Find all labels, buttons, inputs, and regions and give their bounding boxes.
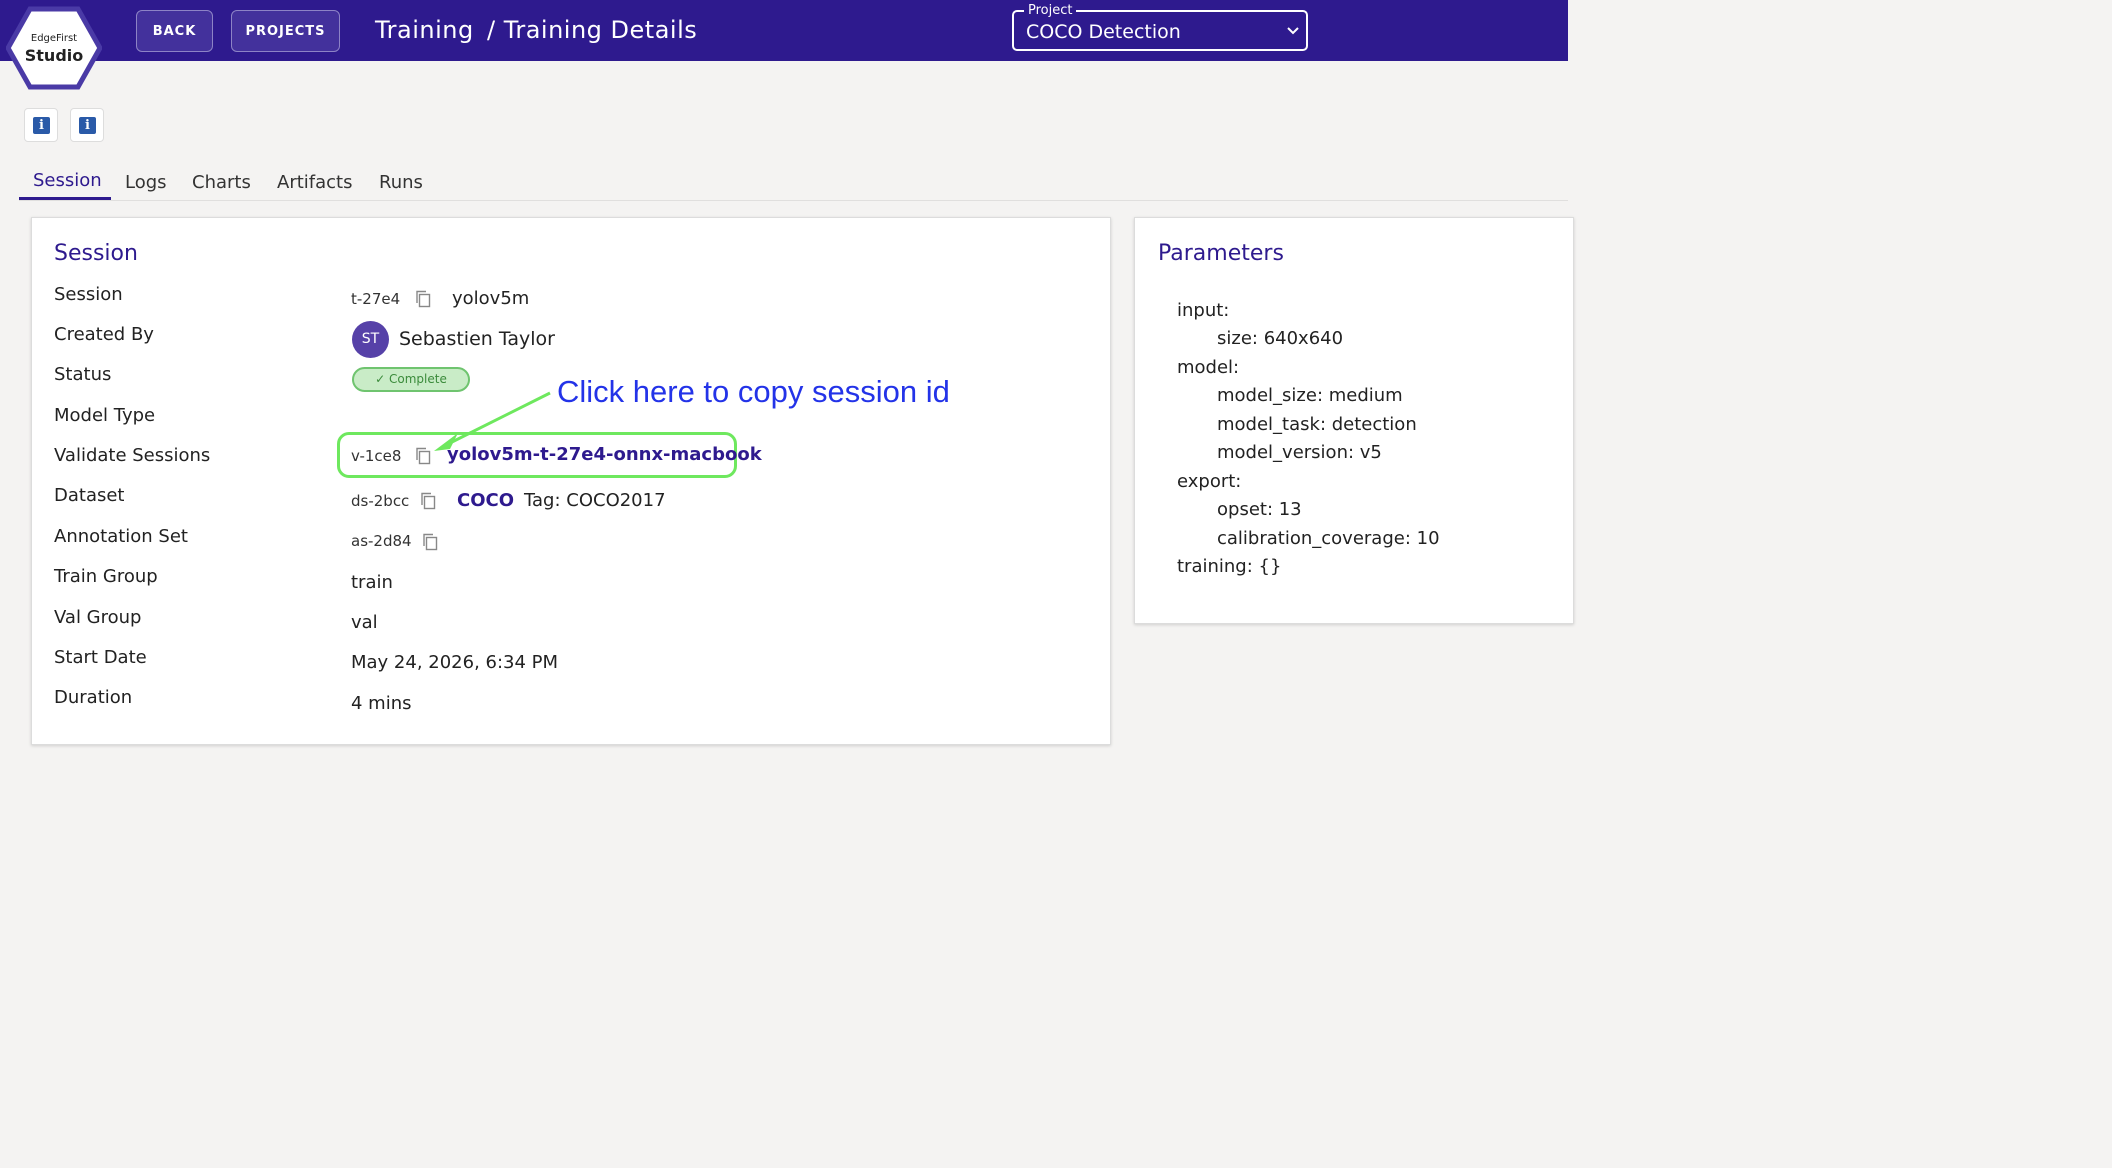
session-id: t-27e4 xyxy=(351,290,401,308)
label-start-date: Start Date xyxy=(54,647,147,668)
param-calibration-coverage: calibration_coverage: 10 xyxy=(1217,528,1440,549)
label-model-type: Model Type xyxy=(54,405,156,426)
project-select[interactable]: Project COCO Detection xyxy=(1012,3,1308,51)
avatar: ST xyxy=(352,321,389,358)
val-group-value: val xyxy=(351,612,378,633)
copy-icon[interactable] xyxy=(422,533,438,551)
train-group-value: train xyxy=(351,572,393,593)
tab-logs[interactable]: Logs xyxy=(125,172,167,193)
info-button-1[interactable]: i xyxy=(24,108,58,142)
param-model-size: model_size: medium xyxy=(1217,385,1403,406)
logo-text-edgefirst: EdgeFirst xyxy=(30,33,78,44)
validate-session-id: v-1ce8 xyxy=(351,447,402,465)
annotation-arrow-icon xyxy=(434,391,551,451)
param-model: model: xyxy=(1177,357,1240,378)
label-status: Status xyxy=(54,364,112,385)
duration-value: 4 mins xyxy=(351,693,412,714)
label-train-group: Train Group xyxy=(54,566,158,587)
tab-session[interactable]: Session xyxy=(33,170,102,191)
breadcrumb-training-details: / Training Details xyxy=(487,16,698,44)
label-dataset: Dataset xyxy=(54,485,125,506)
tabs-divider xyxy=(19,200,1568,201)
edgefirst-studio-logo[interactable]: EdgeFirst Studio xyxy=(6,6,102,90)
param-size: size: 640x640 xyxy=(1217,328,1344,349)
logo-text-studio: Studio xyxy=(24,46,84,65)
breadcrumb-training[interactable]: Training xyxy=(375,16,474,44)
session-card-title: Session xyxy=(54,241,138,266)
creator-name: Sebastien Taylor xyxy=(399,328,555,350)
session-name: yolov5m xyxy=(452,288,530,309)
label-session: Session xyxy=(54,284,123,305)
param-model-task: model_task: detection xyxy=(1217,414,1417,435)
annotation-callout-text: Click here to copy session id xyxy=(557,374,950,409)
param-model-version: model_version: v5 xyxy=(1217,442,1382,463)
start-date-value: May 24, 2026, 6:34 PM xyxy=(351,652,559,673)
info-icon: i xyxy=(79,117,96,134)
info-icon: i xyxy=(33,117,50,134)
back-button[interactable]: BACK xyxy=(136,10,213,52)
label-val-group: Val Group xyxy=(54,607,142,628)
label-duration: Duration xyxy=(54,687,133,708)
param-export: export: xyxy=(1177,471,1242,492)
projects-button[interactable]: PROJECTS xyxy=(231,10,340,52)
parameters-card-title: Parameters xyxy=(1158,241,1284,266)
chevron-down-icon xyxy=(1287,27,1299,35)
session-card xyxy=(31,217,1111,745)
dataset-id: ds-2bcc xyxy=(351,492,410,510)
info-button-2[interactable]: i xyxy=(70,108,104,142)
param-input: input: xyxy=(1177,300,1230,321)
project-select-label: Project xyxy=(1024,3,1077,18)
copy-icon[interactable] xyxy=(420,492,436,510)
tab-charts[interactable]: Charts xyxy=(192,172,251,193)
label-created-by: Created By xyxy=(54,324,154,345)
tab-artifacts[interactable]: Artifacts xyxy=(277,172,352,193)
label-validate-sessions: Validate Sessions xyxy=(54,445,211,466)
copy-icon[interactable] xyxy=(415,290,431,308)
dataset-link[interactable]: COCO xyxy=(457,490,514,511)
label-annotation-set: Annotation Set xyxy=(54,526,188,547)
dataset-tag: Tag: COCO2017 xyxy=(524,490,666,511)
param-training: training: {} xyxy=(1177,556,1282,577)
tab-runs[interactable]: Runs xyxy=(379,172,423,193)
param-opset: opset: 13 xyxy=(1217,499,1302,520)
project-select-value: COCO Detection xyxy=(1026,21,1181,43)
annotation-set-id: as-2d84 xyxy=(351,532,412,550)
